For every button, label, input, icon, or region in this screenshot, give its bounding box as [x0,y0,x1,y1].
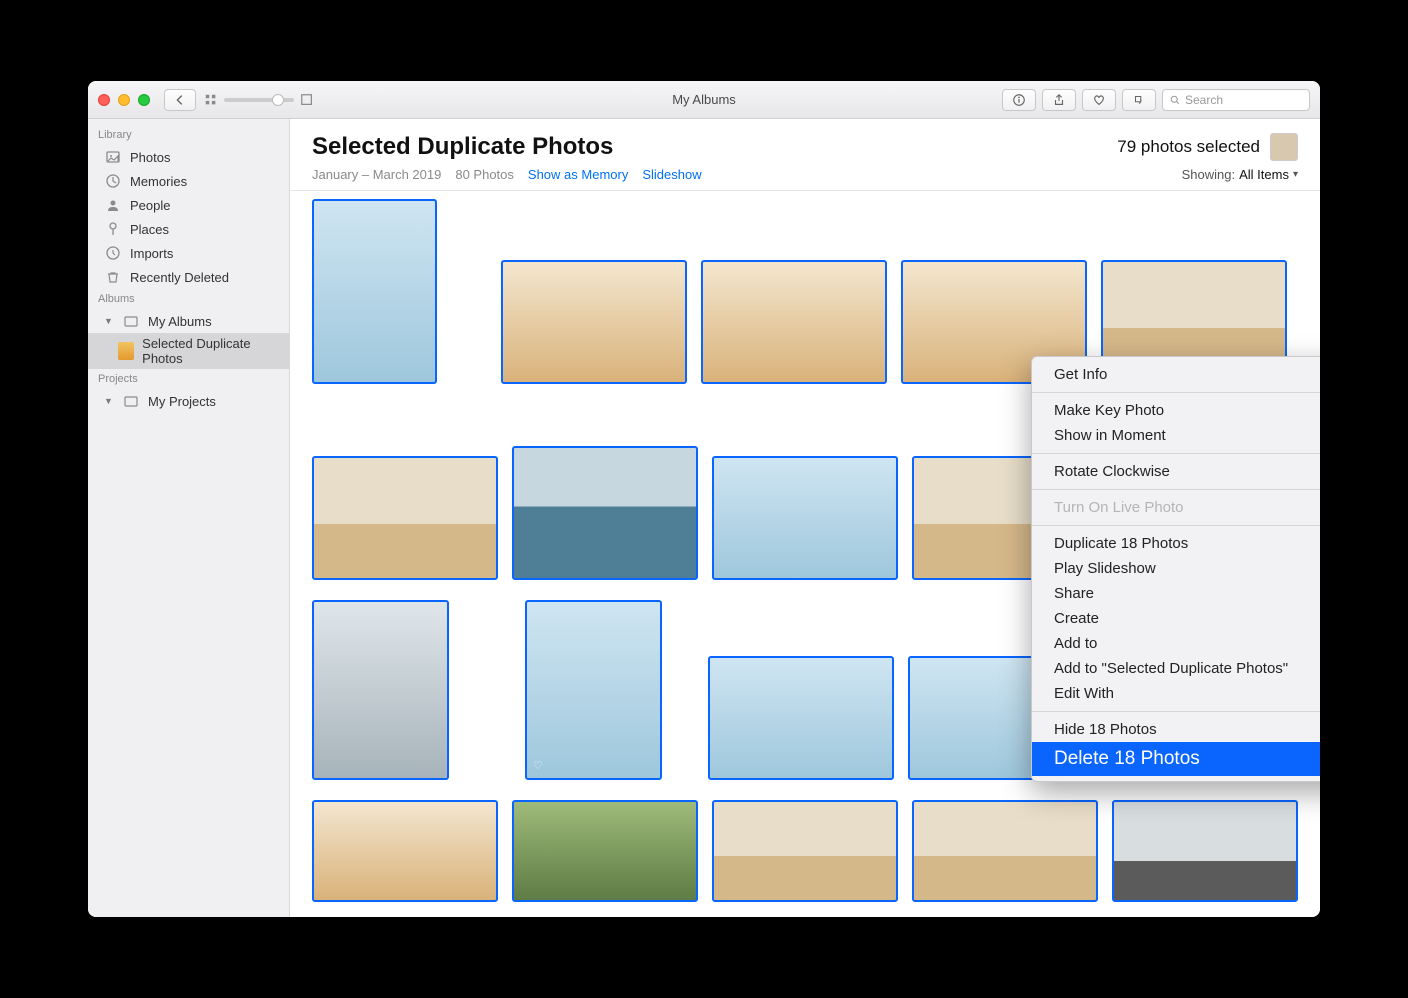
selection-thumbnail [1270,133,1298,161]
photo-thumbnail[interactable] [501,260,687,384]
menu-item-play-slideshow[interactable]: Play Slideshow [1032,556,1320,581]
info-button[interactable] [1002,89,1036,111]
menu-item-delete[interactable]: Delete 18 Photos [1032,742,1320,776]
photo-thumbnail[interactable] [912,800,1098,902]
photo-count: 80 Photos [455,167,514,182]
titlebar: My Albums Search [88,81,1320,119]
menu-separator [1032,525,1320,526]
menu-item-share[interactable]: Share▶ [1032,581,1320,606]
clock-icon [104,244,122,262]
window-title: My Albums [672,92,736,107]
chevron-left-icon [173,93,187,107]
photo-thumbnail[interactable] [712,800,898,902]
thumbnail-size-slider[interactable] [224,98,294,102]
photo-thumbnail[interactable] [312,199,437,384]
album-icon [118,342,134,360]
photo-thumbnail[interactable] [708,656,894,780]
menu-item-make-key-photo[interactable]: Make Key Photo [1032,398,1320,423]
photo-thumbnail[interactable]: ♡ [525,600,662,780]
photo-thumbnail[interactable] [312,456,498,580]
show-as-memory-link[interactable]: Show as Memory [528,167,628,182]
menu-item-rotate-clockwise[interactable]: Rotate Clockwise [1032,459,1320,484]
sidebar-item-photos[interactable]: Photos [88,145,289,169]
photo-thumbnail[interactable] [512,800,698,902]
back-button[interactable] [164,89,196,111]
sidebar-item-selected-duplicate-photos[interactable]: Selected Duplicate Photos [88,333,289,369]
photo-thumbnail[interactable] [701,260,887,384]
main-content: Selected Duplicate Photos 79 photos sele… [290,119,1320,917]
content-subheader: January – March 2019 80 Photos Show as M… [312,167,1298,182]
context-menu: Get Info Make Key Photo Show in Moment R… [1031,356,1320,782]
menu-item-get-info[interactable]: Get Info [1032,362,1320,387]
menu-separator [1032,711,1320,712]
page-title: Selected Duplicate Photos [312,133,613,161]
slider-thumb[interactable] [272,94,284,106]
sidebar-item-people[interactable]: People [88,193,289,217]
menu-separator [1032,453,1320,454]
sidebar-item-imports[interactable]: Imports [88,241,289,265]
search-input[interactable]: Search [1162,89,1310,111]
disclosure-triangle-icon[interactable]: ▼ [104,316,114,326]
rotate-icon [1132,93,1146,107]
grid-large-icon [300,93,314,107]
share-icon [1052,93,1066,107]
trash-icon [104,268,122,286]
menu-item-show-in-moment[interactable]: Show in Moment [1032,423,1320,448]
app-window: My Albums Search Library Photos Memories… [88,81,1320,917]
sidebar-section-library: Library [88,125,289,145]
photo-thumbnail[interactable] [1112,800,1298,902]
menu-item-create[interactable]: Create▶ [1032,606,1320,631]
menu-item-edit-with[interactable]: Edit With▶ [1032,681,1320,706]
people-icon [104,196,122,214]
minimize-button[interactable] [118,94,130,106]
sidebar-item-memories[interactable]: Memories [88,169,289,193]
memories-icon [104,172,122,190]
sidebar-item-my-projects[interactable]: ▼My Projects [88,389,289,413]
sidebar-item-recently-deleted[interactable]: Recently Deleted [88,265,289,289]
sidebar-section-projects: Projects [88,369,289,389]
selection-count: 79 photos selected [1117,133,1298,161]
menu-item-duplicate[interactable]: Duplicate 18 Photos [1032,531,1320,556]
content-header: Selected Duplicate Photos 79 photos sele… [290,119,1320,191]
pin-icon [104,220,122,238]
heart-icon [1092,93,1106,107]
window-controls [98,94,150,106]
thumbnail-size-control [204,93,314,107]
close-button[interactable] [98,94,110,106]
folder-icon [122,312,140,330]
menu-item-hide[interactable]: Hide 18 Photos [1032,717,1320,742]
favorite-heart-icon: ♡ [533,759,543,772]
photo-thumbnail[interactable] [712,456,898,580]
search-icon [1169,94,1181,106]
chevron-down-icon: ▾ [1293,169,1298,180]
body: Library Photos Memories People Places Im… [88,119,1320,917]
slideshow-link[interactable]: Slideshow [642,167,701,182]
menu-separator [1032,392,1320,393]
photo-thumbnail[interactable] [312,600,449,780]
search-placeholder: Search [1185,93,1223,107]
showing-filter[interactable]: Showing: All Items ▾ [1182,167,1298,182]
folder-icon [122,392,140,410]
share-button[interactable] [1042,89,1076,111]
grid-small-icon [204,93,218,107]
sidebar-item-places[interactable]: Places [88,217,289,241]
info-icon [1012,93,1026,107]
disclosure-triangle-icon[interactable]: ▼ [104,396,114,406]
fullscreen-button[interactable] [138,94,150,106]
menu-item-add-to[interactable]: Add to▶ [1032,631,1320,656]
photos-icon [104,148,122,166]
photo-thumbnail[interactable] [312,800,498,902]
menu-item-add-to-album[interactable]: Add to "Selected Duplicate Photos" [1032,656,1320,681]
toolbar-right: Search [1002,89,1310,111]
menu-item-turn-on-live-photo: Turn On Live Photo [1032,495,1320,520]
sidebar-item-my-albums[interactable]: ▼My Albums [88,309,289,333]
photo-thumbnail[interactable] [512,446,698,580]
rotate-button[interactable] [1122,89,1156,111]
sidebar-section-albums: Albums [88,289,289,309]
favorite-button[interactable] [1082,89,1116,111]
sidebar: Library Photos Memories People Places Im… [88,119,290,917]
menu-separator [1032,489,1320,490]
date-range: January – March 2019 [312,167,441,182]
